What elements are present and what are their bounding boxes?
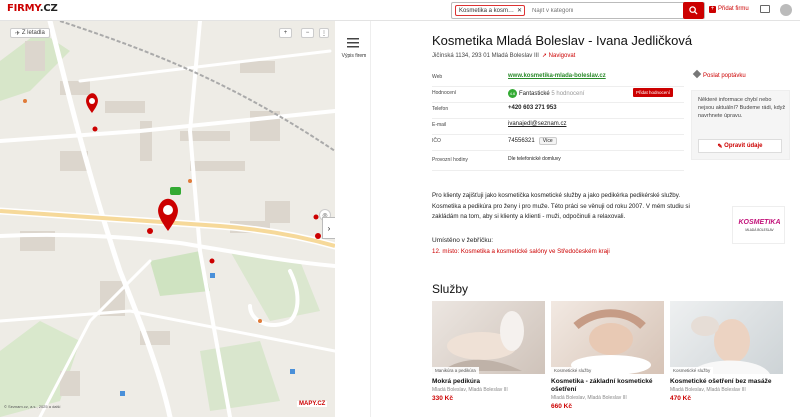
plus-icon: + xyxy=(709,6,716,13)
ladder-link[interactable]: 12. místo: Kosmetika a kosmetické salóny… xyxy=(432,248,610,255)
map-menu-button[interactable]: ⋮ xyxy=(319,28,329,38)
search-icon xyxy=(689,6,698,15)
back-to-aerial-button[interactable]: ✈ Z letadla xyxy=(10,28,50,38)
zoom-in-button[interactable]: + xyxy=(279,28,292,38)
map-canvas[interactable] xyxy=(0,21,335,417)
add-firm-link[interactable]: + Přidat firmu xyxy=(709,6,749,13)
service-card[interactable]: Kosmetické služby Kosmetika - základní k… xyxy=(551,301,664,410)
user-avatar[interactable] xyxy=(780,4,792,16)
firm-description: Pro klienty zajišťuji jako kosmetička ko… xyxy=(432,192,690,220)
service-card[interactable]: Manikúra a pedikúra Mokrá pedikúra Mladá… xyxy=(432,301,545,402)
search-box[interactable]: Kosmetika a kosm… ✕ xyxy=(451,2,705,19)
service-image: Manikúra a pedikúra xyxy=(432,301,545,374)
email-link[interactable]: ivanajedl@seznam.cz xyxy=(508,121,566,127)
search-button[interactable] xyxy=(683,2,704,19)
chip-close-icon[interactable]: ✕ xyxy=(517,6,522,15)
firm-logo: KOSMETIKA MLADÁ BOLESLAV xyxy=(732,206,785,244)
row-rating: Hodnocení 4.6 Fantastické 5 hodnocení Při… xyxy=(432,87,684,103)
chevron-right-icon: › xyxy=(327,223,331,233)
firm-list-label[interactable]: Výpis firem xyxy=(337,53,371,59)
navigate-link[interactable]: ➚ Navigovat xyxy=(542,53,575,59)
top-bar: FIRMY.CZ Kosmetika a kosm…✕ +Přidat firm… xyxy=(0,0,800,21)
rating-badge: 4.6 xyxy=(508,89,517,98)
collapse-map-button[interactable]: › xyxy=(322,217,335,239)
service-image: Kosmetické služby xyxy=(670,301,783,374)
firm-address: Jičínská 1134, 293 01 Mladá Boleslav III… xyxy=(432,53,576,59)
layers-strip: Výpis firem xyxy=(335,21,371,417)
row-hours: Provozní hodiny Dle telefonické domluvy xyxy=(432,151,684,171)
service-image: Kosmetické služby xyxy=(551,301,664,374)
row-phone: Telefon +420 603 271 953 xyxy=(432,103,684,119)
edit-info-button[interactable]: ✎ Opravit údaje xyxy=(698,139,782,153)
row-ico: IČO 74556321 Více xyxy=(432,135,684,151)
service-card[interactable]: Kosmetické služby Kosmetické ošetření be… xyxy=(670,301,783,402)
row-email: E-mail ivanajedl@seznam.cz xyxy=(432,119,684,135)
rating-count[interactable]: 5 hodnocení xyxy=(551,91,584,97)
messages-icon[interactable] xyxy=(760,5,770,13)
send-inquiry-link[interactable]: Poslat poptávku xyxy=(692,69,746,79)
firm-detail: Kosmetika Mladá Boleslav - Ivana Jedličk… xyxy=(371,21,800,417)
zoom-out-button[interactable]: − xyxy=(301,28,314,38)
report-box: Některé informace chybí nebo nejsou aktu… xyxy=(691,90,790,160)
map-panel[interactable]: ✈ Z letadla + − ⋮ ◎ © Seznam.cz, a.s., 2… xyxy=(0,21,335,417)
add-rating-button[interactable]: Přidat hodnocení xyxy=(633,88,674,97)
category-chip[interactable]: Kosmetika a kosm… ✕ xyxy=(455,5,525,16)
ladder-title: Umístěno v žebříčku: xyxy=(432,237,494,244)
tag-icon xyxy=(692,69,702,79)
firmy-logo[interactable]: FIRMY.CZ xyxy=(7,3,58,14)
phone-number[interactable]: +420 603 271 953 xyxy=(508,105,557,111)
services-title: Služby xyxy=(432,282,469,296)
list-icon[interactable] xyxy=(347,38,359,48)
row-web: Web www.kosmetika-mlada-boleslav.cz xyxy=(432,71,684,87)
search-input[interactable] xyxy=(532,4,682,17)
map-attribution: © Seznam.cz, a.s., 2025 a další xyxy=(4,404,61,409)
mapy-logo[interactable]: MAPY.CZ xyxy=(297,401,328,407)
ico-more-button[interactable]: Více xyxy=(538,137,557,145)
website-link[interactable]: www.kosmetika-mlada-boleslav.cz xyxy=(508,73,606,79)
page-title: Kosmetika Mladá Boleslav - Ivana Jedličk… xyxy=(432,33,693,48)
